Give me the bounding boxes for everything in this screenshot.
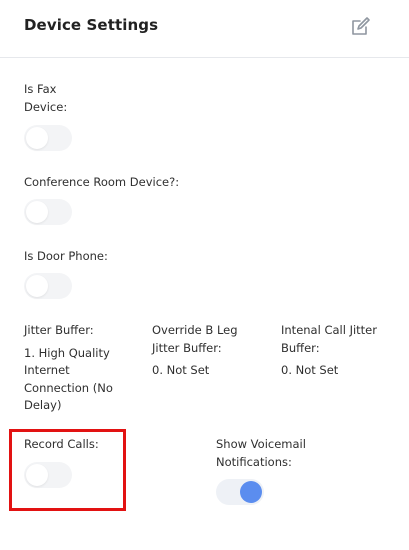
page-title: Device Settings bbox=[24, 16, 159, 34]
internal-call-jitter-buffer-label-line1: Intenal Call Jitter bbox=[281, 323, 377, 337]
device-settings-card: Device Settings Is Fax Device: Conferenc… bbox=[0, 0, 409, 550]
toggle-knob bbox=[26, 275, 48, 297]
jitter-buffer-label: Jitter Buffer: bbox=[24, 323, 94, 337]
override-b-leg-jitter-buffer-label-line1: Override B Leg bbox=[152, 323, 238, 337]
internal-call-jitter-buffer-label-line2: Buffer: bbox=[281, 341, 320, 355]
show-voicemail-notifications-label-line1: Show Voicemail bbox=[216, 437, 306, 451]
override-b-leg-jitter-buffer-label-line2: Jitter Buffer: bbox=[152, 341, 222, 355]
is-fax-device-toggle[interactable] bbox=[24, 125, 72, 151]
internal-call-jitter-buffer-value: 0. Not Set bbox=[281, 363, 339, 377]
jitter-buffer-value-line3: Connection (No bbox=[24, 381, 113, 395]
is-fax-device-label-line2: Device: bbox=[24, 100, 68, 114]
is-fax-device-label-line1: Is Fax bbox=[24, 82, 57, 96]
conference-room-device-toggle[interactable] bbox=[24, 199, 72, 225]
jitter-buffer-value-line4: Delay) bbox=[24, 398, 62, 412]
toggle-knob bbox=[26, 201, 48, 223]
edit-icon bbox=[352, 17, 370, 35]
jitter-buffer-value-line2: Internet bbox=[24, 363, 70, 377]
toggle-knob bbox=[26, 127, 48, 149]
record-calls-label: Record Calls: bbox=[24, 437, 99, 451]
jitter-buffer-value-line1: 1. High Quality bbox=[24, 346, 110, 360]
is-door-phone-label: Is Door Phone: bbox=[24, 249, 108, 263]
edit-button[interactable] bbox=[350, 15, 372, 37]
is-door-phone-toggle[interactable] bbox=[24, 273, 72, 299]
conference-room-device-label: Conference Room Device?: bbox=[24, 175, 180, 189]
show-voicemail-notifications-label-line2: Notifications: bbox=[216, 455, 292, 469]
card-header: Device Settings bbox=[0, 0, 409, 58]
show-voicemail-notifications-toggle[interactable] bbox=[216, 479, 264, 505]
override-b-leg-jitter-buffer-value: 0. Not Set bbox=[152, 363, 210, 377]
record-calls-toggle[interactable] bbox=[24, 462, 72, 488]
toggle-knob bbox=[26, 464, 48, 486]
toggle-knob bbox=[240, 481, 262, 503]
